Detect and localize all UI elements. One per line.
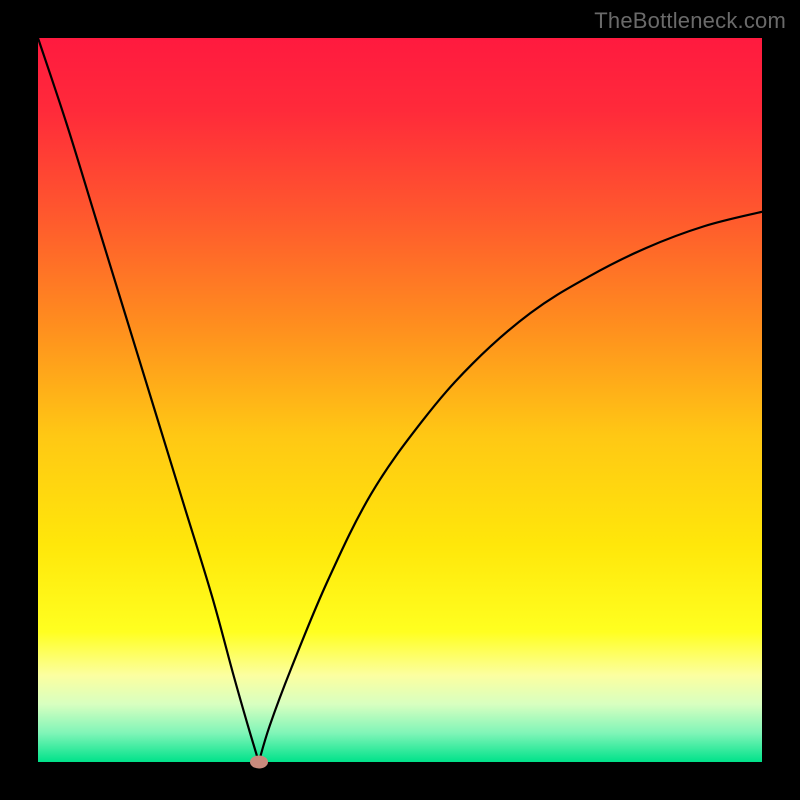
bottleneck-curve <box>38 38 762 762</box>
plot-area <box>38 38 762 762</box>
watermark-text: TheBottleneck.com <box>594 8 786 34</box>
curve-right-segment <box>259 212 762 762</box>
curve-left-segment <box>38 38 259 762</box>
chart-frame: TheBottleneck.com <box>0 0 800 800</box>
vertex-marker <box>250 756 268 769</box>
